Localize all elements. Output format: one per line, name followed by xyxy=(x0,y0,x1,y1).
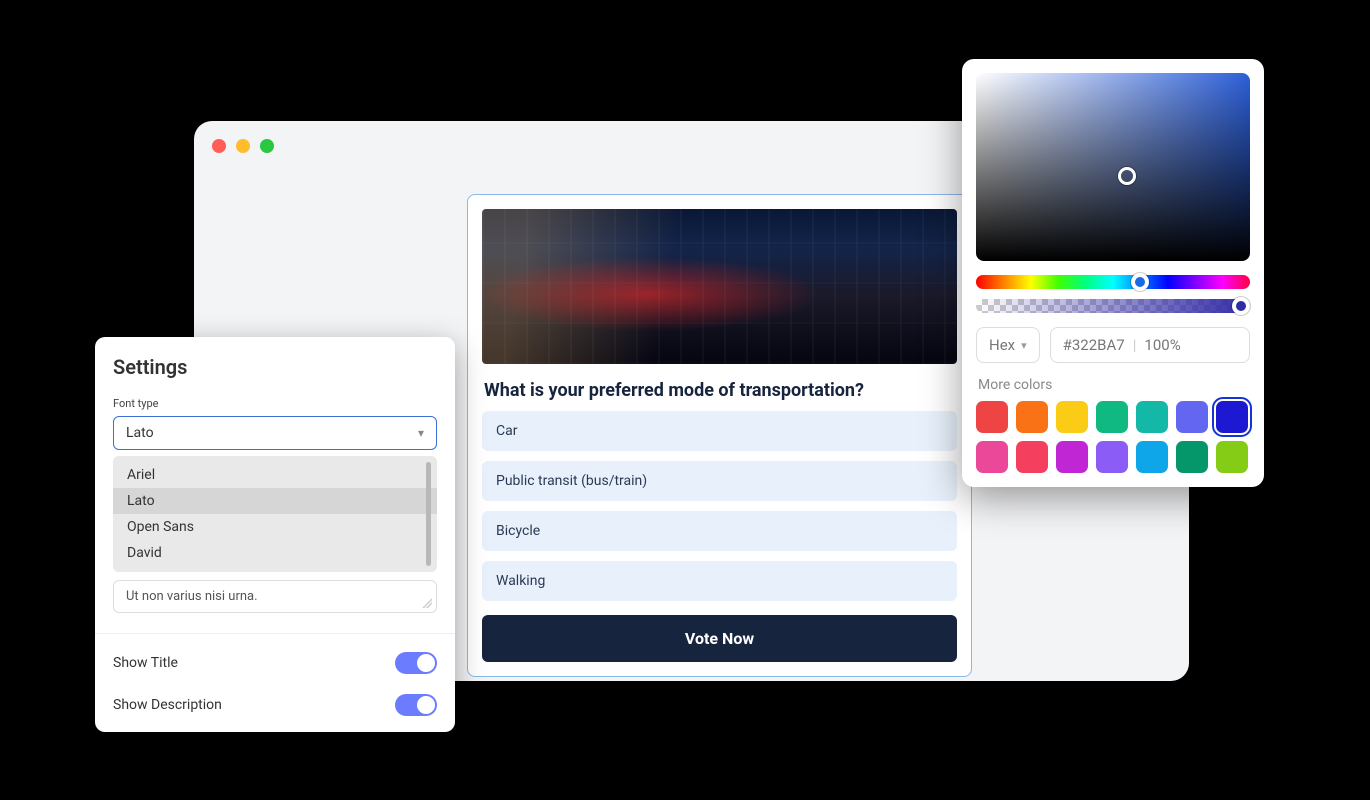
font-option[interactable]: Open Sans xyxy=(113,514,437,540)
hue-slider[interactable] xyxy=(976,275,1250,289)
color-swatch[interactable] xyxy=(1096,401,1128,433)
show-title-label: Show Title xyxy=(113,655,178,671)
font-option[interactable]: David xyxy=(113,540,437,566)
color-swatch[interactable] xyxy=(1136,441,1168,473)
opacity-value: 100% xyxy=(1144,336,1180,354)
hue-thumb-icon xyxy=(1131,273,1149,291)
poll-header-image xyxy=(482,209,957,364)
poll-option[interactable]: Car xyxy=(482,411,957,451)
saturation-cursor-icon xyxy=(1118,167,1136,185)
poll-option[interactable]: Public transit (bus/train) xyxy=(482,461,957,501)
chevron-down-icon: ▾ xyxy=(418,426,424,440)
font-type-label: Font type xyxy=(113,397,437,410)
show-description-toggle[interactable] xyxy=(395,694,437,716)
color-swatch[interactable] xyxy=(1096,441,1128,473)
description-textarea[interactable]: Ut non varius nisi urna. xyxy=(113,580,437,613)
color-swatch[interactable] xyxy=(1176,401,1208,433)
color-swatch[interactable] xyxy=(1216,441,1248,473)
font-dropdown: Ariel Lato Open Sans David xyxy=(113,456,437,572)
poll-card: What is your preferred mode of transport… xyxy=(467,194,972,677)
font-option[interactable]: Lato xyxy=(113,488,437,514)
alpha-slider[interactable] xyxy=(976,299,1250,313)
color-swatch[interactable] xyxy=(1016,441,1048,473)
poll-option[interactable]: Bicycle xyxy=(482,511,957,551)
font-option[interactable]: Ariel xyxy=(113,462,437,488)
show-title-row: Show Title xyxy=(95,642,455,684)
divider xyxy=(95,633,455,634)
hex-value: #322BA7 xyxy=(1063,336,1125,354)
more-colors-label: More colors xyxy=(978,377,1248,393)
alpha-thumb-icon xyxy=(1232,297,1250,315)
poll-question: What is your preferred mode of transport… xyxy=(484,380,955,401)
maximize-window-button[interactable] xyxy=(260,139,274,153)
color-swatch[interactable] xyxy=(1056,441,1088,473)
poll-option[interactable]: Walking xyxy=(482,561,957,601)
show-description-row: Show Description xyxy=(95,684,455,726)
swatch-grid xyxy=(976,401,1250,473)
show-title-toggle[interactable] xyxy=(395,652,437,674)
chevron-down-icon: ▾ xyxy=(1021,339,1027,352)
font-select[interactable]: Lato ▾ xyxy=(113,416,437,450)
color-mode-select[interactable]: Hex ▾ xyxy=(976,327,1040,363)
color-swatch[interactable] xyxy=(1016,401,1048,433)
color-swatch[interactable] xyxy=(1056,401,1088,433)
color-swatch[interactable] xyxy=(976,401,1008,433)
settings-title: Settings xyxy=(113,355,437,379)
minimize-window-button[interactable] xyxy=(236,139,250,153)
font-select-value: Lato xyxy=(126,425,154,441)
color-swatch[interactable] xyxy=(1176,441,1208,473)
separator: | xyxy=(1133,336,1137,354)
hex-input[interactable]: #322BA7 | 100% xyxy=(1050,327,1250,363)
saturation-area[interactable] xyxy=(976,73,1250,261)
close-window-button[interactable] xyxy=(212,139,226,153)
vote-button[interactable]: Vote Now xyxy=(482,615,957,662)
settings-panel: Settings Font type Lato ▾ Ariel Lato Ope… xyxy=(95,337,455,732)
color-swatch[interactable] xyxy=(1136,401,1168,433)
color-swatch[interactable] xyxy=(976,441,1008,473)
color-mode-value: Hex xyxy=(989,336,1015,354)
color-swatch[interactable] xyxy=(1216,401,1248,433)
window-controls xyxy=(212,139,274,153)
color-picker-panel: Hex ▾ #322BA7 | 100% More colors xyxy=(962,59,1264,487)
show-description-label: Show Description xyxy=(113,697,222,713)
